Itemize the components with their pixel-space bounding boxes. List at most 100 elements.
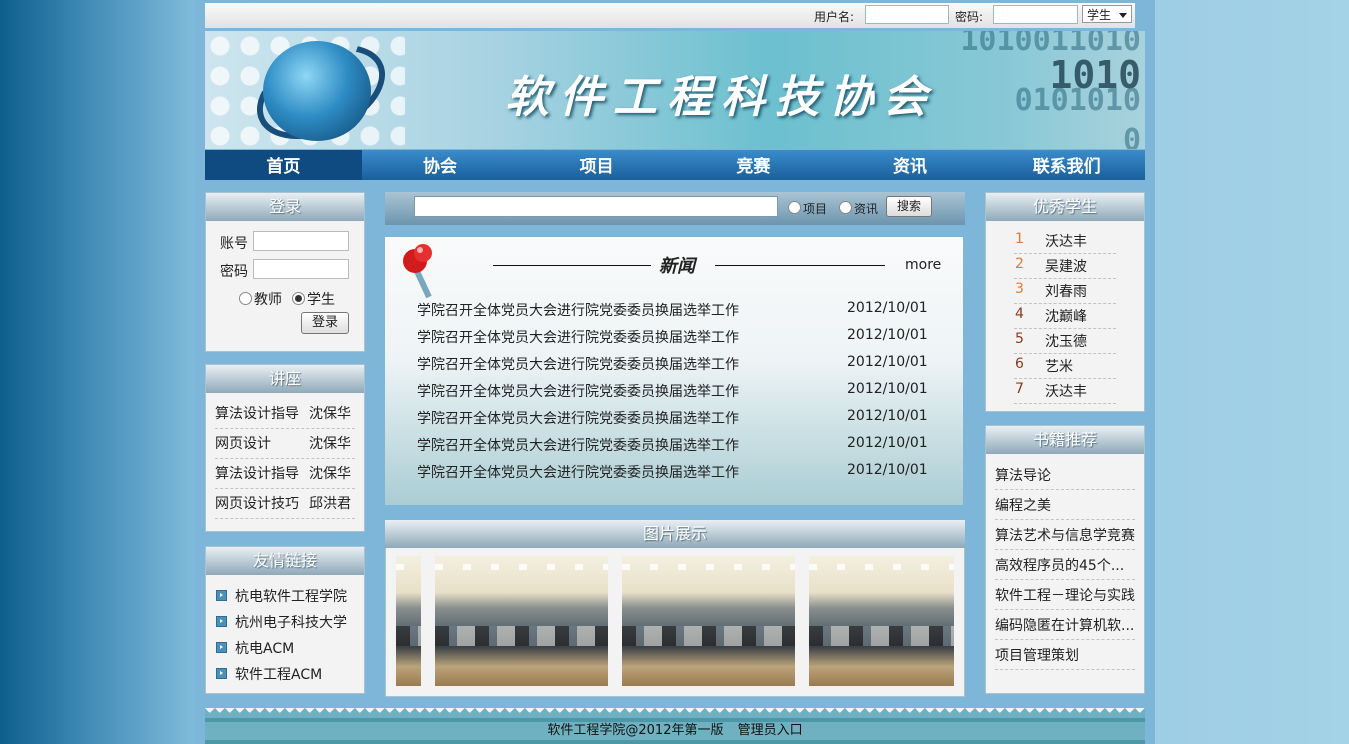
friend-links-panel: 友情链接 杭电软件工程学院 杭州电子科技大学 杭电ACM 软件工程ACM: [205, 546, 365, 694]
news-item[interactable]: 学院召开全体党员大会进行院党委委员换届选举工作 2012/10/01: [417, 354, 937, 374]
arrow-bullet-icon: [216, 590, 227, 601]
link-item[interactable]: 杭电ACM: [216, 638, 294, 658]
role-student-option[interactable]: 学生: [292, 289, 335, 309]
top-username-input[interactable]: [865, 5, 949, 24]
student-rank: 7: [1015, 381, 1024, 397]
news-more-link[interactable]: more: [905, 257, 941, 273]
search-opt-project-label: 项目: [803, 202, 828, 216]
gallery-panel: 图片展示: [385, 520, 965, 697]
radio-student[interactable]: [292, 292, 305, 305]
nav-projects[interactable]: 项目: [518, 150, 675, 180]
search-button[interactable]: 搜索: [886, 196, 932, 217]
student-rank: 6: [1015, 356, 1024, 372]
book-recommend-panel: 书籍推荐 算法导论 编程之美 算法艺术与信息学竞赛 高效程序员的45个... 软…: [985, 425, 1145, 694]
book-item[interactable]: 项目管理策划: [995, 645, 1135, 670]
nav-news[interactable]: 资讯: [832, 150, 989, 180]
arrow-bullet-icon: [216, 642, 227, 653]
admin-entry-link[interactable]: 管理员入口: [738, 723, 803, 738]
news-item[interactable]: 学院召开全体党员大会进行院党委委员换届选举工作 2012/10/01: [417, 435, 937, 455]
news-item[interactable]: 学院召开全体党员大会进行院党委委员换届选举工作 2012/10/01: [417, 381, 937, 401]
username-label: 用户名:: [814, 10, 855, 24]
student-item[interactable]: 7 沃达丰: [1014, 381, 1116, 404]
link-item[interactable]: 杭州电子科技大学: [216, 612, 347, 632]
lecture-item[interactable]: 算法设计指导 沈保华: [215, 403, 355, 429]
nav-contact[interactable]: 联系我们: [988, 150, 1145, 180]
student-name: 沃达丰: [1045, 384, 1087, 400]
news-item[interactable]: 学院召开全体党员大会进行院党委委员换届选举工作 2012/10/01: [417, 300, 937, 320]
nav-competitions[interactable]: 竞赛: [675, 150, 832, 180]
radio-teacher[interactable]: [239, 292, 252, 305]
footer-copyright: 软件工程学院@2012年第一版: [547, 723, 724, 738]
search-input[interactable]: [414, 196, 778, 217]
book-item[interactable]: 高效程序员的45个...: [995, 555, 1135, 580]
student-name: 吴建波: [1045, 259, 1087, 275]
lecture-speaker: 沈保华: [309, 406, 351, 422]
footer-text: 软件工程学院@2012年第一版 管理员入口: [205, 722, 1145, 740]
role-select[interactable]: 学生: [1082, 5, 1132, 23]
arrow-bullet-icon: [216, 616, 227, 627]
gallery-photo[interactable]: [809, 556, 954, 686]
search-opt-project[interactable]: 项目: [788, 200, 827, 217]
top-password-input[interactable]: [993, 5, 1078, 24]
link-item[interactable]: 杭电软件工程学院: [216, 586, 347, 606]
book-item[interactable]: 算法导论: [995, 465, 1135, 490]
password-input[interactable]: [253, 259, 349, 279]
top-login-bar: 用户名: 密码: 学生: [205, 3, 1135, 28]
gallery-header: 图片展示: [385, 520, 965, 549]
student-item[interactable]: 3 刘春雨: [1014, 281, 1116, 304]
login-button[interactable]: 登录: [301, 312, 349, 334]
account-input[interactable]: [253, 231, 349, 251]
account-label: 账号: [220, 236, 248, 252]
lecture-topic: 算法设计指导: [215, 466, 299, 482]
news-item-date: 2012/10/01: [847, 435, 928, 451]
student-item[interactable]: 6 艺米: [1014, 356, 1116, 379]
lecture-speaker: 沈保华: [309, 466, 351, 482]
student-name: 沈玉德: [1045, 334, 1087, 350]
page-wrapper: 用户名: 密码: 学生 软件工程科技协会 1010011010 1010 010…: [195, 0, 1155, 744]
book-item[interactable]: 编码隐匿在计算机软...: [995, 615, 1135, 640]
book-item[interactable]: 算法艺术与信息学竞赛: [995, 525, 1135, 550]
role-teacher-label: 教师: [254, 292, 282, 308]
news-item-date: 2012/10/01: [847, 300, 928, 316]
book-item[interactable]: 编程之美: [995, 495, 1135, 520]
page-footer: 软件工程学院@2012年第一版 管理员入口: [205, 708, 1145, 744]
lectures-panel: 讲座 算法设计指导 沈保华 网页设计 沈保华 算法设计指导 沈保华 网页设计技巧 邱洪君: [205, 364, 365, 532]
lecture-item[interactable]: 算法设计指导 沈保华: [215, 463, 355, 489]
password-label-side: 密码: [220, 264, 248, 280]
link-text: 杭州电子科技大学: [235, 615, 347, 631]
news-item-date: 2012/10/01: [847, 381, 928, 397]
top-students-panel: 优秀学生 1 沃达丰 2 吴建波 3 刘春雨 4 沈巅峰 5 沈玉德 6 艺米 7 沃达丰: [985, 192, 1145, 412]
lecture-speaker: 沈保华: [309, 436, 351, 452]
gallery-photo[interactable]: [396, 556, 421, 686]
book-item[interactable]: 软件工程－理论与实践: [995, 585, 1135, 610]
student-item[interactable]: 2 吴建波: [1014, 256, 1116, 279]
nav-association[interactable]: 协会: [362, 150, 519, 180]
news-item[interactable]: 学院召开全体党员大会进行院党委委员换届选举工作 2012/10/01: [417, 462, 937, 482]
link-item[interactable]: 软件工程ACM: [216, 664, 322, 684]
radio-news[interactable]: [839, 201, 852, 214]
student-rank: 4: [1015, 306, 1024, 322]
news-item[interactable]: 学院召开全体党员大会进行院党委委员换届选举工作 2012/10/01: [417, 408, 937, 428]
friend-links-title: 友情链接: [206, 547, 364, 575]
radio-project[interactable]: [788, 201, 801, 214]
news-title: 新闻: [659, 256, 695, 277]
search-opt-news-label: 资讯: [854, 202, 879, 216]
role-teacher-option[interactable]: 教师: [239, 289, 282, 309]
nav-home[interactable]: 首页: [205, 150, 362, 180]
student-rank: 2: [1015, 256, 1024, 272]
lecture-topic: 算法设计指导: [215, 406, 299, 422]
student-item[interactable]: 4 沈巅峰: [1014, 306, 1116, 329]
student-rank: 1: [1015, 231, 1024, 247]
gallery-photo[interactable]: [622, 556, 795, 686]
student-item[interactable]: 1 沃达丰: [1014, 231, 1116, 254]
student-item[interactable]: 5 沈玉德: [1014, 331, 1116, 354]
news-item-title: 学院召开全体党员大会进行院党委委员换届选举工作: [417, 384, 739, 400]
lecture-item[interactable]: 网页设计 沈保华: [215, 433, 355, 459]
search-opt-news[interactable]: 资讯: [839, 200, 878, 217]
news-item[interactable]: 学院召开全体党员大会进行院党委委员换届选举工作 2012/10/01: [417, 327, 937, 347]
association-logo[interactable]: [263, 41, 371, 141]
link-text: 杭电ACM: [235, 641, 295, 657]
lecture-item[interactable]: 网页设计技巧 邱洪君: [215, 493, 355, 519]
gallery-photo[interactable]: [435, 556, 608, 686]
chevron-down-icon: [1119, 13, 1127, 18]
